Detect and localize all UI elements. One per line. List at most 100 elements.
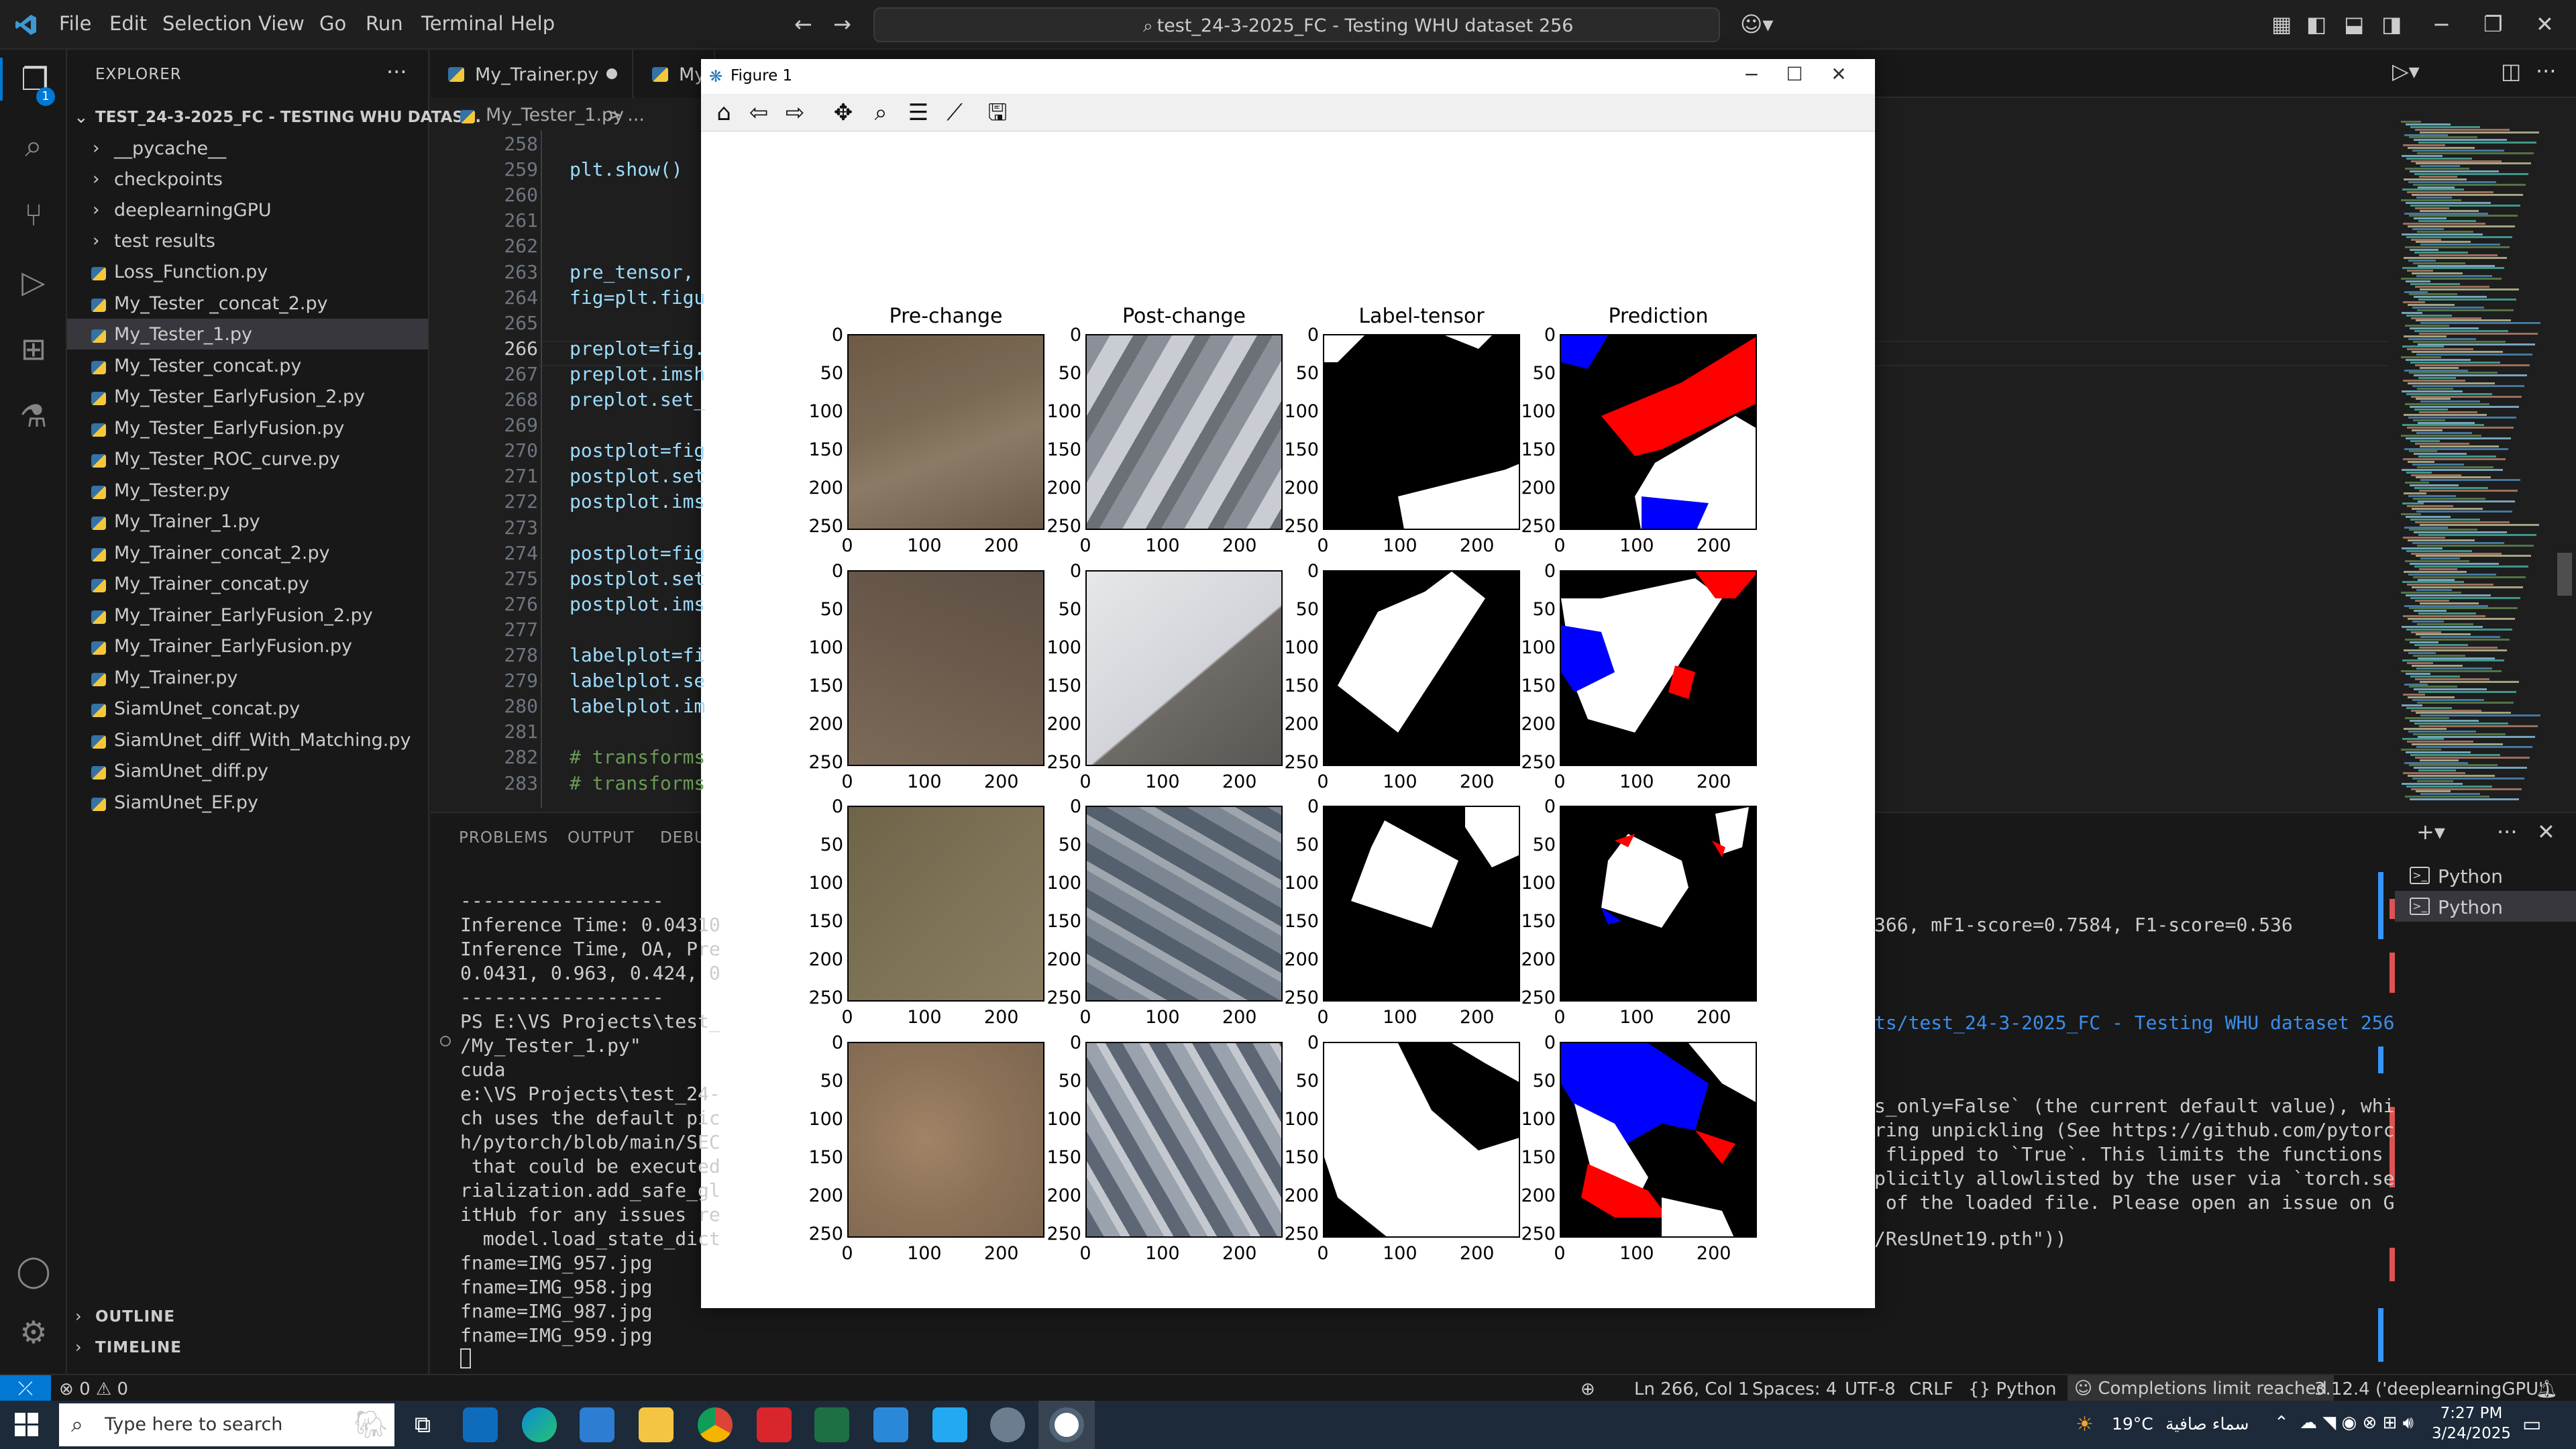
tree-file[interactable]: My_Tester.py xyxy=(67,475,428,506)
minimize-icon[interactable]: − xyxy=(1738,63,1765,85)
subplot-image[interactable] xyxy=(1085,334,1283,530)
more-actions-icon[interactable]: ··· xyxy=(386,59,407,85)
command-center[interactable]: ⌕ test_24-3-2025_FC - Testing WHU dataset… xyxy=(873,7,1720,42)
tree-file[interactable]: Loss_Function.py xyxy=(67,256,428,287)
tree-file[interactable]: SiamUnet_EF.py xyxy=(67,787,428,818)
tree-file[interactable]: My_Trainer.py xyxy=(67,662,428,693)
tab-problems[interactable]: PROBLEMS xyxy=(459,829,549,847)
problems-status[interactable]: ⊗ 0 ⚠ 0 xyxy=(59,1379,128,1399)
cursor-position[interactable]: Ln 266, Col 1 xyxy=(1634,1379,1749,1399)
configure-subplots-icon[interactable]: ☰ xyxy=(904,99,933,126)
close-icon[interactable]: ✕ xyxy=(2536,12,2554,36)
tree-file[interactable]: My_Trainer_1.py xyxy=(67,506,428,537)
restore-icon[interactable]: ❐ xyxy=(2483,12,2503,36)
source-control-icon[interactable]: ⑂ xyxy=(12,193,55,236)
tab-my-trainer[interactable]: My_Trainer.py xyxy=(431,50,633,98)
clock-time[interactable]: 7:27 PM xyxy=(2431,1405,2512,1422)
subplot-image[interactable] xyxy=(847,806,1044,1002)
subplot-image[interactable] xyxy=(1560,1042,1757,1238)
close-icon[interactable]: ✕ xyxy=(1825,63,1852,85)
explorer-icon[interactable]: ❐ xyxy=(0,58,67,101)
subplot-image[interactable] xyxy=(1085,806,1283,1002)
outline-section[interactable]: › OUTLINE xyxy=(67,1301,428,1331)
tree-file[interactable]: My_Tester_ROC_curve.py xyxy=(67,443,428,474)
figure-title-bar[interactable]: ❋ Figure 1 − ☐ ✕ xyxy=(701,59,1875,94)
subplot-image[interactable] xyxy=(1323,570,1520,766)
edit-axis-icon[interactable]: ⟋ xyxy=(940,99,969,126)
weather-temp[interactable]: 19°C xyxy=(2112,1414,2153,1434)
editor-scrollbar[interactable] xyxy=(2557,553,2572,596)
tree-folder[interactable]: › checkpoints xyxy=(67,164,428,195)
menu-file[interactable]: File xyxy=(59,12,92,35)
save-figure-icon[interactable]: 🖫 xyxy=(983,99,1012,126)
breadcrumb-file[interactable]: My_Tester_1.py xyxy=(486,105,624,125)
windows-start-icon[interactable] xyxy=(15,1413,39,1437)
tree-file[interactable]: My_Trainer_concat.py xyxy=(67,568,428,599)
subplot-image[interactable] xyxy=(1560,334,1757,530)
subplot-image[interactable] xyxy=(1085,1042,1283,1238)
menu-run[interactable]: Run xyxy=(366,12,403,35)
python-idle-app-icon[interactable] xyxy=(990,1407,1025,1442)
subplot-image[interactable] xyxy=(1323,806,1520,1002)
acrobat-app-icon[interactable] xyxy=(757,1407,792,1442)
subplot-image[interactable] xyxy=(847,1042,1044,1238)
tree-file[interactable]: My_Tester_concat.py xyxy=(67,350,428,381)
menu-edit[interactable]: Edit xyxy=(109,12,147,35)
tree-file[interactable]: My_Trainer_concat_2.py xyxy=(67,537,428,568)
minimize-icon[interactable]: − xyxy=(2432,12,2451,36)
settings-gear-icon[interactable]: ⚙ xyxy=(12,1311,55,1354)
more-actions-icon[interactable]: ··· xyxy=(2536,59,2557,83)
toggle-secondary-sidebar-icon[interactable]: ◨ xyxy=(2381,12,2402,36)
search-icon[interactable]: ⌕ xyxy=(12,125,55,168)
close-panel-icon[interactable]: ✕ xyxy=(2537,820,2555,844)
more-actions-icon[interactable]: ··· xyxy=(2497,820,2518,844)
language-mode[interactable]: {} Python xyxy=(1968,1379,2056,1399)
subplot-image[interactable] xyxy=(1323,1042,1520,1238)
taskbar-search[interactable]: ⌕ Type here to search 🐘︎ xyxy=(59,1403,394,1446)
store-app-icon[interactable] xyxy=(580,1407,614,1442)
figure-canvas[interactable]: Pre-change Post-change Label-tensor Predict… xyxy=(701,131,1875,1308)
remote-indicator-icon[interactable]: ⤫ xyxy=(0,1375,51,1402)
forward-arrow-icon[interactable]: → xyxy=(833,12,851,36)
timeline-section[interactable]: › TIMELINE xyxy=(67,1332,428,1362)
tree-file[interactable]: My_Tester_EarlyFusion.py xyxy=(67,413,428,443)
tree-file[interactable]: My_Tester_EarlyFusion_2.py xyxy=(67,381,428,412)
clock-date[interactable]: 3/24/2025 xyxy=(2431,1425,2512,1442)
breadcrumb-symbols[interactable]: > ... xyxy=(606,105,645,125)
menu-selection[interactable]: Selection xyxy=(162,12,252,35)
account-icon[interactable]: ◯ xyxy=(12,1249,55,1292)
subplot-image[interactable] xyxy=(1323,334,1520,530)
tree-file[interactable]: SiamUnet_diff.py xyxy=(67,755,428,786)
tree-file[interactable]: SiamUnet_diff_With_Matching.py xyxy=(67,724,428,755)
tree-folder[interactable]: › test results xyxy=(67,225,428,256)
back-arrow-icon[interactable]: ⇦ xyxy=(744,99,773,126)
file-explorer-app-icon[interactable] xyxy=(639,1407,674,1442)
task-view-icon[interactable]: ⧉ xyxy=(405,1407,440,1442)
back-arrow-icon[interactable]: ← xyxy=(794,12,812,36)
menu-go[interactable]: Go xyxy=(319,12,346,35)
tab-debug-console[interactable]: DEBU xyxy=(660,829,706,847)
toggle-panel-icon[interactable]: ⬓ xyxy=(2344,12,2364,36)
weather-icon[interactable]: ☀ xyxy=(2076,1413,2094,1436)
python-interpreter[interactable]: 3.12.4 ('deeplearningGPU') xyxy=(2314,1379,2550,1399)
chrome-app-icon[interactable] xyxy=(698,1407,733,1442)
snipping-tool-app-icon[interactable] xyxy=(873,1407,908,1442)
edge-app-icon[interactable] xyxy=(522,1407,557,1442)
extensions-icon[interactable]: ⊞ xyxy=(12,327,55,370)
encoding[interactable]: UTF-8 xyxy=(1845,1379,1896,1399)
line-ending[interactable]: CRLF xyxy=(1909,1379,1953,1399)
notifications-bell-icon[interactable]: 🔔︎ xyxy=(2536,1379,2558,1399)
tree-folder[interactable]: › deeplearningGPU xyxy=(67,195,428,225)
toggle-sidebar-icon[interactable]: ◧ xyxy=(2306,12,2326,36)
tab-output[interactable]: OUTPUT xyxy=(568,829,635,847)
home-icon[interactable]: ⌂ xyxy=(709,99,739,126)
notification-center-icon[interactable]: ▭ xyxy=(2522,1413,2541,1436)
terminal-entry[interactable]: >_ Python xyxy=(2395,891,2576,922)
run-debug-icon[interactable]: ▷ xyxy=(12,260,55,303)
terminal-entry[interactable]: >_ Python xyxy=(2395,860,2576,891)
copilot-status[interactable]: ☺ Completions limit reached xyxy=(2068,1375,2334,1402)
tree-file[interactable]: My_Tester _concat_2.py xyxy=(67,288,428,319)
copilot-icon[interactable]: ☺▾ xyxy=(1740,12,1773,36)
subplot-image[interactable] xyxy=(847,570,1044,766)
tree-file[interactable]: My_Trainer_EarlyFusion.py xyxy=(67,631,428,661)
